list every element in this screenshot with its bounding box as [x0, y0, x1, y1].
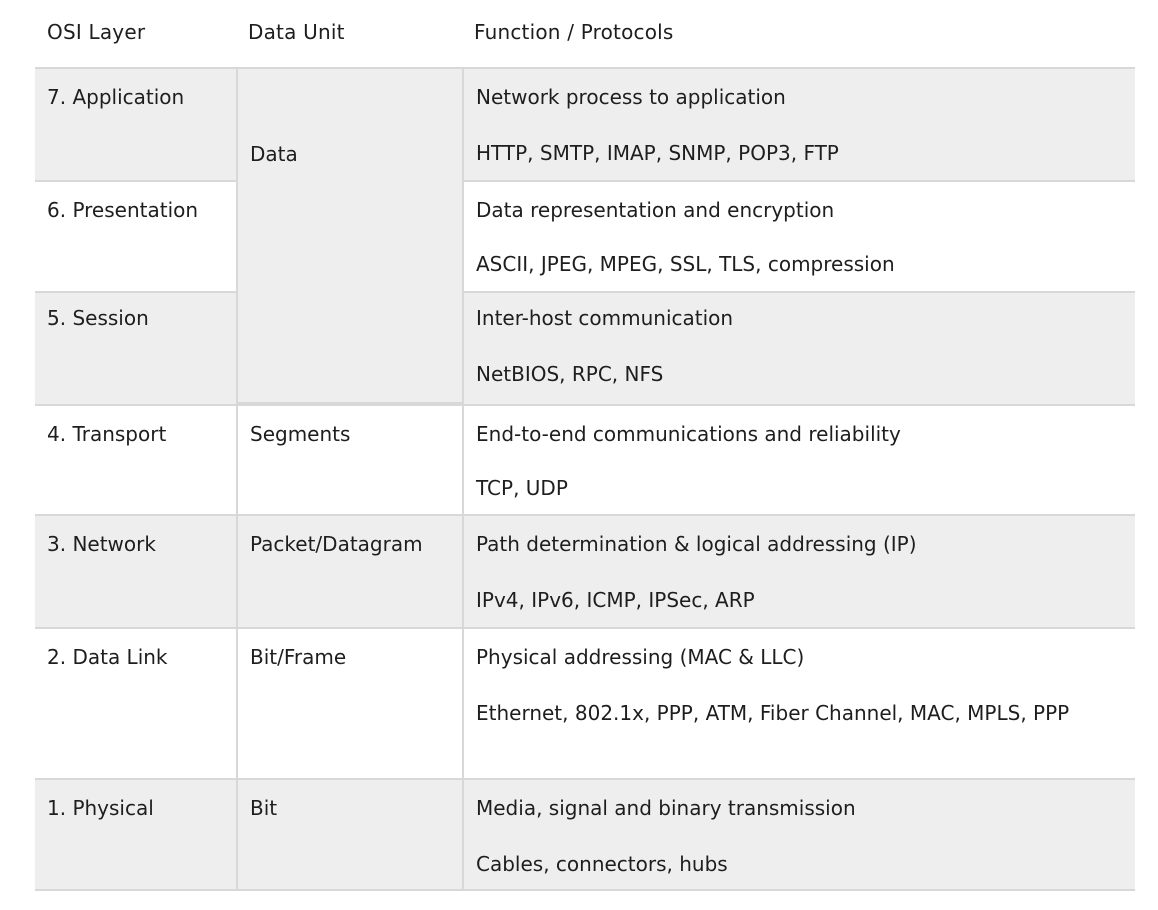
layer-cell-application: 7. Application	[35, 67, 236, 180]
function-text: Path determination & logical addressing …	[476, 532, 917, 556]
data-unit-label: Segments	[250, 422, 351, 446]
layer-name: 3. Network	[47, 532, 156, 556]
layer-name: 2. Data Link	[47, 645, 168, 669]
function-text: Data representation and encryption	[476, 198, 835, 222]
data-unit-label: Packet/Datagram	[250, 532, 423, 556]
protocols-text: TCP, UDP	[476, 476, 568, 500]
layer-cell-transport: 4. Transport	[35, 404, 236, 514]
data-unit-cell-data: Data	[236, 67, 462, 404]
function-cell-physical: Media, signal and binary transmission Ca…	[462, 778, 1135, 891]
function-text: Physical addressing (MAC & LLC)	[476, 645, 805, 669]
function-text: Inter-host communication	[476, 306, 734, 330]
layer-name: 4. Transport	[47, 422, 167, 446]
layer-cell-session: 5. Session	[35, 291, 236, 404]
layer-cell-physical: 1. Physical	[35, 778, 236, 891]
protocols-text: Ethernet, 802.1x, PPP, ATM, Fiber Channe…	[476, 701, 1070, 725]
function-cell-transport: End-to-end communications and reliabilit…	[462, 404, 1135, 514]
table-body: 7. Application Data Network process to a…	[35, 67, 1135, 891]
data-unit-label: Bit/Frame	[250, 645, 347, 669]
function-cell-session: Inter-host communication NetBIOS, RPC, N…	[462, 291, 1135, 404]
function-cell-data-link: Physical addressing (MAC & LLC) Ethernet…	[462, 627, 1135, 778]
layer-cell-network: 3. Network	[35, 514, 236, 627]
function-text: Network process to application	[476, 85, 786, 109]
data-unit-cell-bit: Bit	[236, 778, 462, 891]
data-unit-label: Bit	[250, 796, 278, 820]
function-cell-application: Network process to application HTTP, SMT…	[462, 67, 1135, 180]
data-unit-label: Data	[250, 142, 298, 166]
layer-name: 1. Physical	[47, 796, 154, 820]
data-unit-cell-frame: Bit/Frame	[236, 627, 462, 778]
layer-cell-data-link: 2. Data Link	[35, 627, 236, 778]
data-unit-cell-packet: Packet/Datagram	[236, 514, 462, 627]
protocols-text: HTTP, SMTP, IMAP, SNMP, POP3, FTP	[476, 141, 839, 165]
layer-cell-presentation: 6. Presentation	[35, 180, 236, 291]
protocols-text: NetBIOS, RPC, NFS	[476, 362, 664, 386]
function-cell-presentation: Data representation and encryption ASCII…	[462, 180, 1135, 291]
header-osi-layer: OSI Layer	[47, 20, 146, 44]
function-cell-network: Path determination & logical addressing …	[462, 514, 1135, 627]
layer-name: 7. Application	[47, 85, 185, 109]
function-text: End-to-end communications and reliabilit…	[476, 422, 901, 446]
header-data-unit: Data Unit	[248, 20, 345, 44]
data-unit-cell-segments: Segments	[236, 404, 462, 514]
function-text: Media, signal and binary transmission	[476, 796, 856, 820]
protocols-text: ASCII, JPEG, MPEG, SSL, TLS, compression	[476, 252, 895, 276]
protocols-text: Cables, connectors, hubs	[476, 852, 728, 876]
layer-name: 6. Presentation	[47, 198, 199, 222]
protocols-text: IPv4, IPv6, ICMP, IPSec, ARP	[476, 588, 755, 612]
header-function-protocols: Function / Protocols	[474, 20, 674, 44]
layer-name: 5. Session	[47, 306, 149, 330]
